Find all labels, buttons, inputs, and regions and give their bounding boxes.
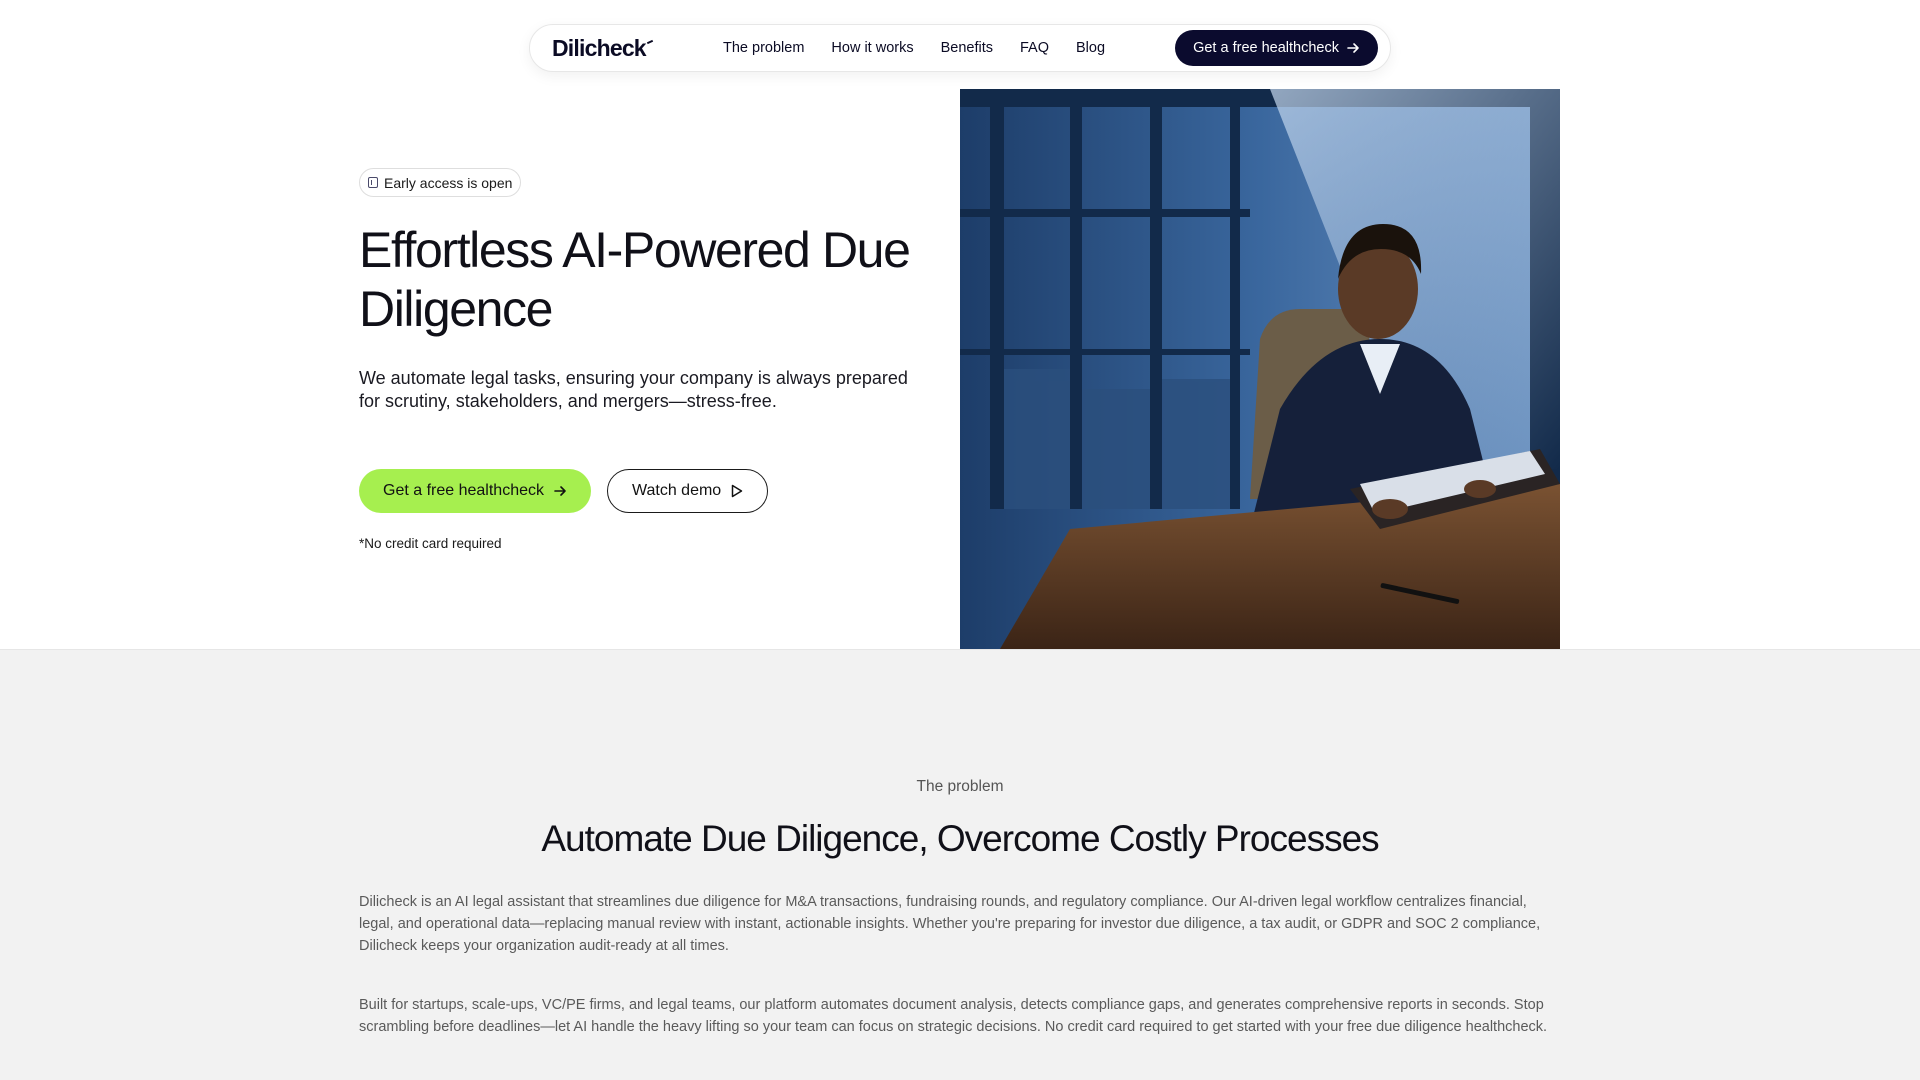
- hero-actions: Get a free healthcheck Watch demo: [359, 469, 939, 513]
- nav-link-how-it-works[interactable]: How it works: [831, 40, 913, 56]
- top-navigation: Dilicheck The problem How it works Benef…: [529, 24, 1391, 72]
- arrow-right-icon: [1347, 43, 1359, 53]
- no-credit-card-note: *No credit card required: [359, 536, 502, 551]
- businessman-reading-illustration: [960, 89, 1560, 649]
- problem-section: The problem Automate Due Diligence, Over…: [0, 649, 1920, 1080]
- badge-label: Early access is open: [384, 174, 513, 191]
- nav-cta-label: Get a free healthcheck: [1193, 40, 1339, 56]
- logo-text: Dilicheck: [552, 34, 647, 61]
- hero-title-line2: Diligence: [359, 281, 553, 337]
- early-access-badge: Early access is open: [359, 168, 522, 197]
- hero-image: [960, 89, 1560, 649]
- hero-title-line1: Effortless AI-Powered Due: [359, 222, 911, 278]
- section-title: Automate Due Diligence, Overcome Costly …: [541, 818, 1379, 859]
- watch-demo-button[interactable]: Watch demo: [606, 469, 769, 513]
- hero-content: Early access is open Effortless AI-Power…: [359, 168, 939, 551]
- logo[interactable]: Dilicheck: [552, 35, 712, 62]
- watch-demo-label: Watch demo: [631, 482, 722, 499]
- building-icon: [368, 177, 378, 188]
- logo-mark-icon: [646, 39, 653, 44]
- nav-link-faq[interactable]: FAQ: [1020, 40, 1049, 56]
- healthcheck-button[interactable]: Get a free healthcheck: [359, 469, 591, 513]
- nav-healthcheck-button[interactable]: Get a free healthcheck: [1175, 30, 1378, 66]
- hero-title: Effortless AI-Powered Due Diligence: [359, 221, 939, 339]
- nav-link-benefits[interactable]: Benefits: [941, 40, 993, 56]
- problem-paragraph-2: Built for startups, scale-ups, VC/PE fir…: [359, 997, 1548, 1035]
- nav-link-blog[interactable]: Blog: [1076, 40, 1105, 56]
- arrow-right-icon: [554, 486, 566, 496]
- healthcheck-button-label: Get a free healthcheck: [383, 482, 544, 499]
- nav-links: The problem How it works Benefits FAQ Bl…: [723, 40, 1105, 56]
- nav-link-the-problem[interactable]: The problem: [723, 40, 804, 56]
- problem-paragraph-1: Dilicheck is an AI legal assistant that …: [359, 894, 1541, 954]
- hero-subtitle: We automate legal tasks, ensuring your c…: [359, 368, 908, 411]
- section-eyebrow: The problem: [916, 778, 1004, 795]
- play-icon: [731, 484, 743, 498]
